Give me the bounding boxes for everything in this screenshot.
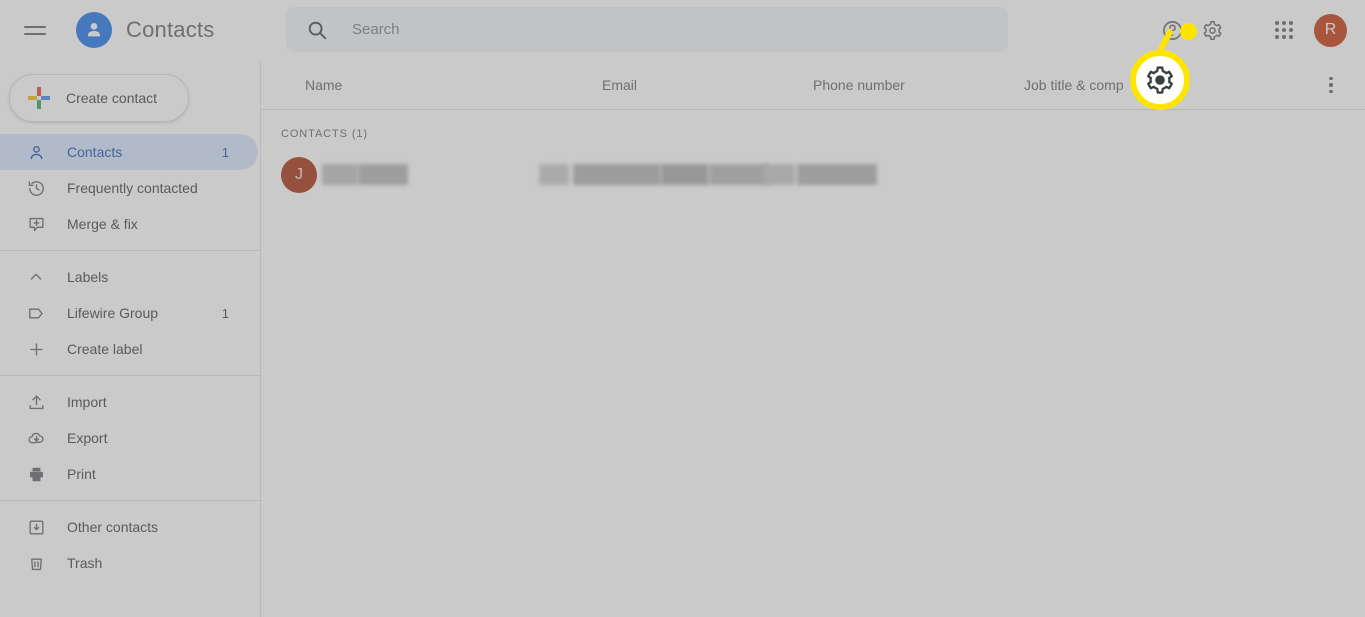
search-bar[interactable] — [286, 7, 1008, 52]
redacted-name-block — [322, 164, 358, 185]
sidebar-item-trash[interactable]: Trash — [0, 545, 258, 581]
search-icon — [306, 19, 328, 41]
sidebar-item-label: Lifewire Group — [67, 305, 159, 321]
sidebar-item-import[interactable]: Import — [0, 384, 258, 420]
redacted-email-block — [573, 164, 661, 185]
more-dot — [1329, 83, 1333, 87]
column-header-name: Name — [305, 76, 343, 93]
apps-dot — [1289, 21, 1293, 25]
create-contact-button[interactable]: Create contact — [9, 74, 189, 122]
app-title: Contacts — [126, 17, 215, 42]
sidebar-item-print[interactable]: Print — [0, 456, 258, 492]
sidebar-item-label: Frequently contacted — [67, 180, 198, 196]
apps-dot — [1289, 28, 1293, 32]
label-tag-icon — [25, 302, 47, 324]
sidebar-divider — [0, 250, 260, 251]
person-circle-icon — [76, 12, 112, 48]
more-vertical-icon[interactable] — [1319, 73, 1343, 97]
apps-dot — [1275, 28, 1279, 32]
plus-thin-icon — [25, 338, 47, 360]
column-header-phone-number: Phone number — [813, 76, 905, 93]
redacted-email-block — [661, 164, 709, 185]
sidebar-item-label: Export — [67, 430, 108, 446]
sidebar-item-contacts[interactable]: Contacts 1 — [0, 134, 258, 170]
callout-highlight-gear-icon[interactable] — [1130, 50, 1190, 110]
sidebar-item-frequently-contacted[interactable]: Frequently contacted — [0, 170, 258, 206]
sidebar-item-other-contacts[interactable]: Other contacts — [0, 509, 258, 545]
redacted-name-block — [358, 164, 408, 185]
sidebar-item-label: Create label — [67, 341, 143, 357]
apps-dot — [1282, 28, 1286, 32]
sidebar-labels-header-label: Labels — [67, 269, 109, 285]
apps-grid-icon[interactable] — [1264, 10, 1304, 50]
apps-dot — [1282, 35, 1286, 39]
sidebar-divider — [0, 375, 260, 376]
merge-fix-icon — [25, 213, 47, 235]
printer-icon — [25, 463, 47, 485]
hamburger-bar — [24, 25, 46, 28]
sidebar-labels-section-header[interactable]: Labels — [0, 259, 260, 295]
redacted-email-block — [539, 164, 569, 185]
more-dot — [1329, 76, 1333, 81]
hamburger-menu-icon[interactable] — [24, 18, 48, 42]
cloud-download-icon — [25, 427, 47, 449]
apps-dot — [1275, 21, 1279, 25]
more-dot — [1329, 89, 1333, 94]
apps-dot — [1275, 35, 1279, 39]
hamburger-bar — [24, 32, 46, 35]
trash-icon — [25, 552, 47, 574]
column-header-job-title-company: Job title & comp — [1024, 76, 1124, 93]
plus-segment — [41, 96, 50, 100]
apps-dot — [1282, 21, 1286, 25]
sidebar-item-export[interactable]: Export — [0, 420, 258, 456]
redacted-email-block — [709, 164, 769, 185]
sidebar-item-label: Trash — [67, 555, 103, 571]
plus-segment — [37, 87, 41, 96]
user-avatar[interactable]: R — [1314, 13, 1347, 47]
create-contact-label: Create contact — [66, 90, 158, 106]
table-row[interactable]: J — [261, 151, 1365, 199]
contact-avatar: J — [281, 157, 317, 193]
sidebar-item-create-label[interactable]: Create label — [0, 331, 258, 367]
sidebar-item-label: Print — [67, 466, 96, 482]
upload-icon — [25, 391, 47, 413]
sidebar-nav-primary: Contacts 1 Frequently contacted Merge & … — [0, 134, 260, 581]
plus-segment — [37, 100, 41, 109]
redacted-phone-block — [797, 164, 877, 185]
contacts-main-panel: Name Email Phone number Job title & comp… — [261, 60, 1365, 617]
sidebar-item-label: Merge & fix — [67, 216, 138, 232]
settings-gear-icon[interactable] — [1192, 10, 1232, 50]
callout-anchor-dot — [1180, 23, 1197, 40]
apps-dot — [1289, 35, 1293, 39]
plus-icon — [28, 87, 50, 109]
column-header-email: Email — [602, 76, 638, 93]
person-outline-icon — [25, 141, 47, 163]
contacts-app-window: Contacts Search R Create contact Contact… — [0, 0, 1365, 617]
app-brand: Contacts — [76, 12, 214, 48]
redacted-phone-block — [763, 164, 795, 185]
contacts-count-label: CONTACTS (1) — [281, 128, 368, 140]
sidebar-item-label: Contacts — [67, 144, 123, 160]
sidebar: Create contact Contacts 1 Frequently con… — [0, 60, 261, 617]
plus-segment — [28, 96, 37, 100]
sidebar-item-count: 1 — [221, 305, 229, 321]
sidebar-item-merge-and-fix[interactable]: Merge & fix — [0, 206, 258, 242]
sidebar-item-label: Other contacts — [67, 519, 159, 535]
sidebar-divider — [0, 500, 260, 501]
history-icon — [25, 177, 47, 199]
contacts-table-header: Name Email Phone number Job title & comp — [261, 60, 1365, 110]
search-input[interactable] — [352, 21, 952, 38]
sidebar-item-label: Import — [67, 394, 107, 410]
sidebar-item-lifewire-group[interactable]: Lifewire Group 1 — [0, 295, 258, 331]
sidebar-item-count: 1 — [221, 144, 229, 160]
chevron-up-icon — [25, 266, 47, 288]
other-contacts-icon — [25, 516, 47, 538]
